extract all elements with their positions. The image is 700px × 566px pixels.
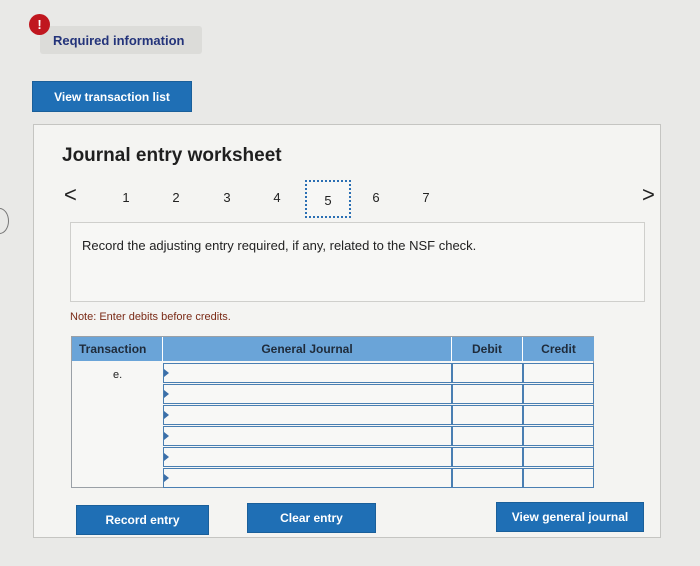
account-input[interactable]	[163, 447, 452, 467]
credit-input[interactable]	[523, 447, 594, 467]
header-transaction: Transaction	[72, 337, 163, 361]
credit-input[interactable]	[523, 384, 594, 404]
header-debit: Debit	[452, 337, 523, 361]
debit-input[interactable]	[452, 363, 523, 383]
caret-right-icon[interactable]	[164, 411, 169, 419]
caret-right-icon[interactable]	[164, 453, 169, 461]
step-1[interactable]: 1	[119, 190, 133, 205]
debit-input[interactable]	[452, 468, 523, 488]
journal-entry-worksheet-panel: Journal entry worksheet < > 1 2 3 4 5 6 …	[33, 124, 661, 538]
transaction-cell: e.	[113, 369, 123, 381]
caret-right-icon[interactable]	[164, 474, 169, 482]
account-input[interactable]	[163, 363, 452, 383]
step-2[interactable]: 2	[169, 190, 183, 205]
account-input[interactable]	[163, 384, 452, 404]
partial-circle-decoration	[0, 208, 9, 234]
debit-input[interactable]	[452, 447, 523, 467]
credit-input[interactable]	[523, 426, 594, 446]
step-5-active[interactable]: 5	[305, 180, 351, 218]
instruction-text: Record the adjusting entry required, if …	[82, 238, 477, 253]
debit-input[interactable]	[452, 426, 523, 446]
record-entry-button[interactable]: Record entry	[76, 505, 209, 535]
required-info-banner: Required information	[40, 26, 202, 54]
step-6[interactable]: 6	[369, 190, 383, 205]
required-info-label: Required information	[53, 33, 185, 48]
account-input[interactable]	[163, 468, 452, 488]
step-4[interactable]: 4	[270, 190, 284, 205]
chevron-left-icon[interactable]: <	[64, 182, 77, 208]
caret-right-icon[interactable]	[164, 390, 169, 398]
note-text: Note: Enter debits before credits.	[70, 311, 231, 323]
account-input[interactable]	[163, 426, 452, 446]
chevron-right-icon[interactable]: >	[642, 182, 655, 208]
credit-input[interactable]	[523, 405, 594, 425]
credit-input[interactable]	[523, 468, 594, 488]
caret-right-icon[interactable]	[164, 369, 169, 377]
clear-entry-button[interactable]: Clear entry	[247, 503, 376, 533]
view-transaction-list-button[interactable]: View transaction list	[32, 81, 192, 112]
account-input[interactable]	[163, 405, 452, 425]
credit-input[interactable]	[523, 363, 594, 383]
step-3[interactable]: 3	[220, 190, 234, 205]
exclamation-circle-icon: !	[29, 14, 50, 35]
worksheet-title: Journal entry worksheet	[62, 145, 282, 166]
header-general-journal: General Journal	[163, 337, 452, 361]
instruction-box: Record the adjusting entry required, if …	[70, 222, 645, 302]
journal-table: Transaction General Journal Debit Credit…	[71, 336, 594, 488]
debit-input[interactable]	[452, 405, 523, 425]
view-general-journal-button[interactable]: View general journal	[496, 502, 644, 532]
step-7[interactable]: 7	[419, 190, 433, 205]
caret-right-icon[interactable]	[164, 432, 169, 440]
debit-input[interactable]	[452, 384, 523, 404]
header-credit: Credit	[523, 337, 594, 361]
